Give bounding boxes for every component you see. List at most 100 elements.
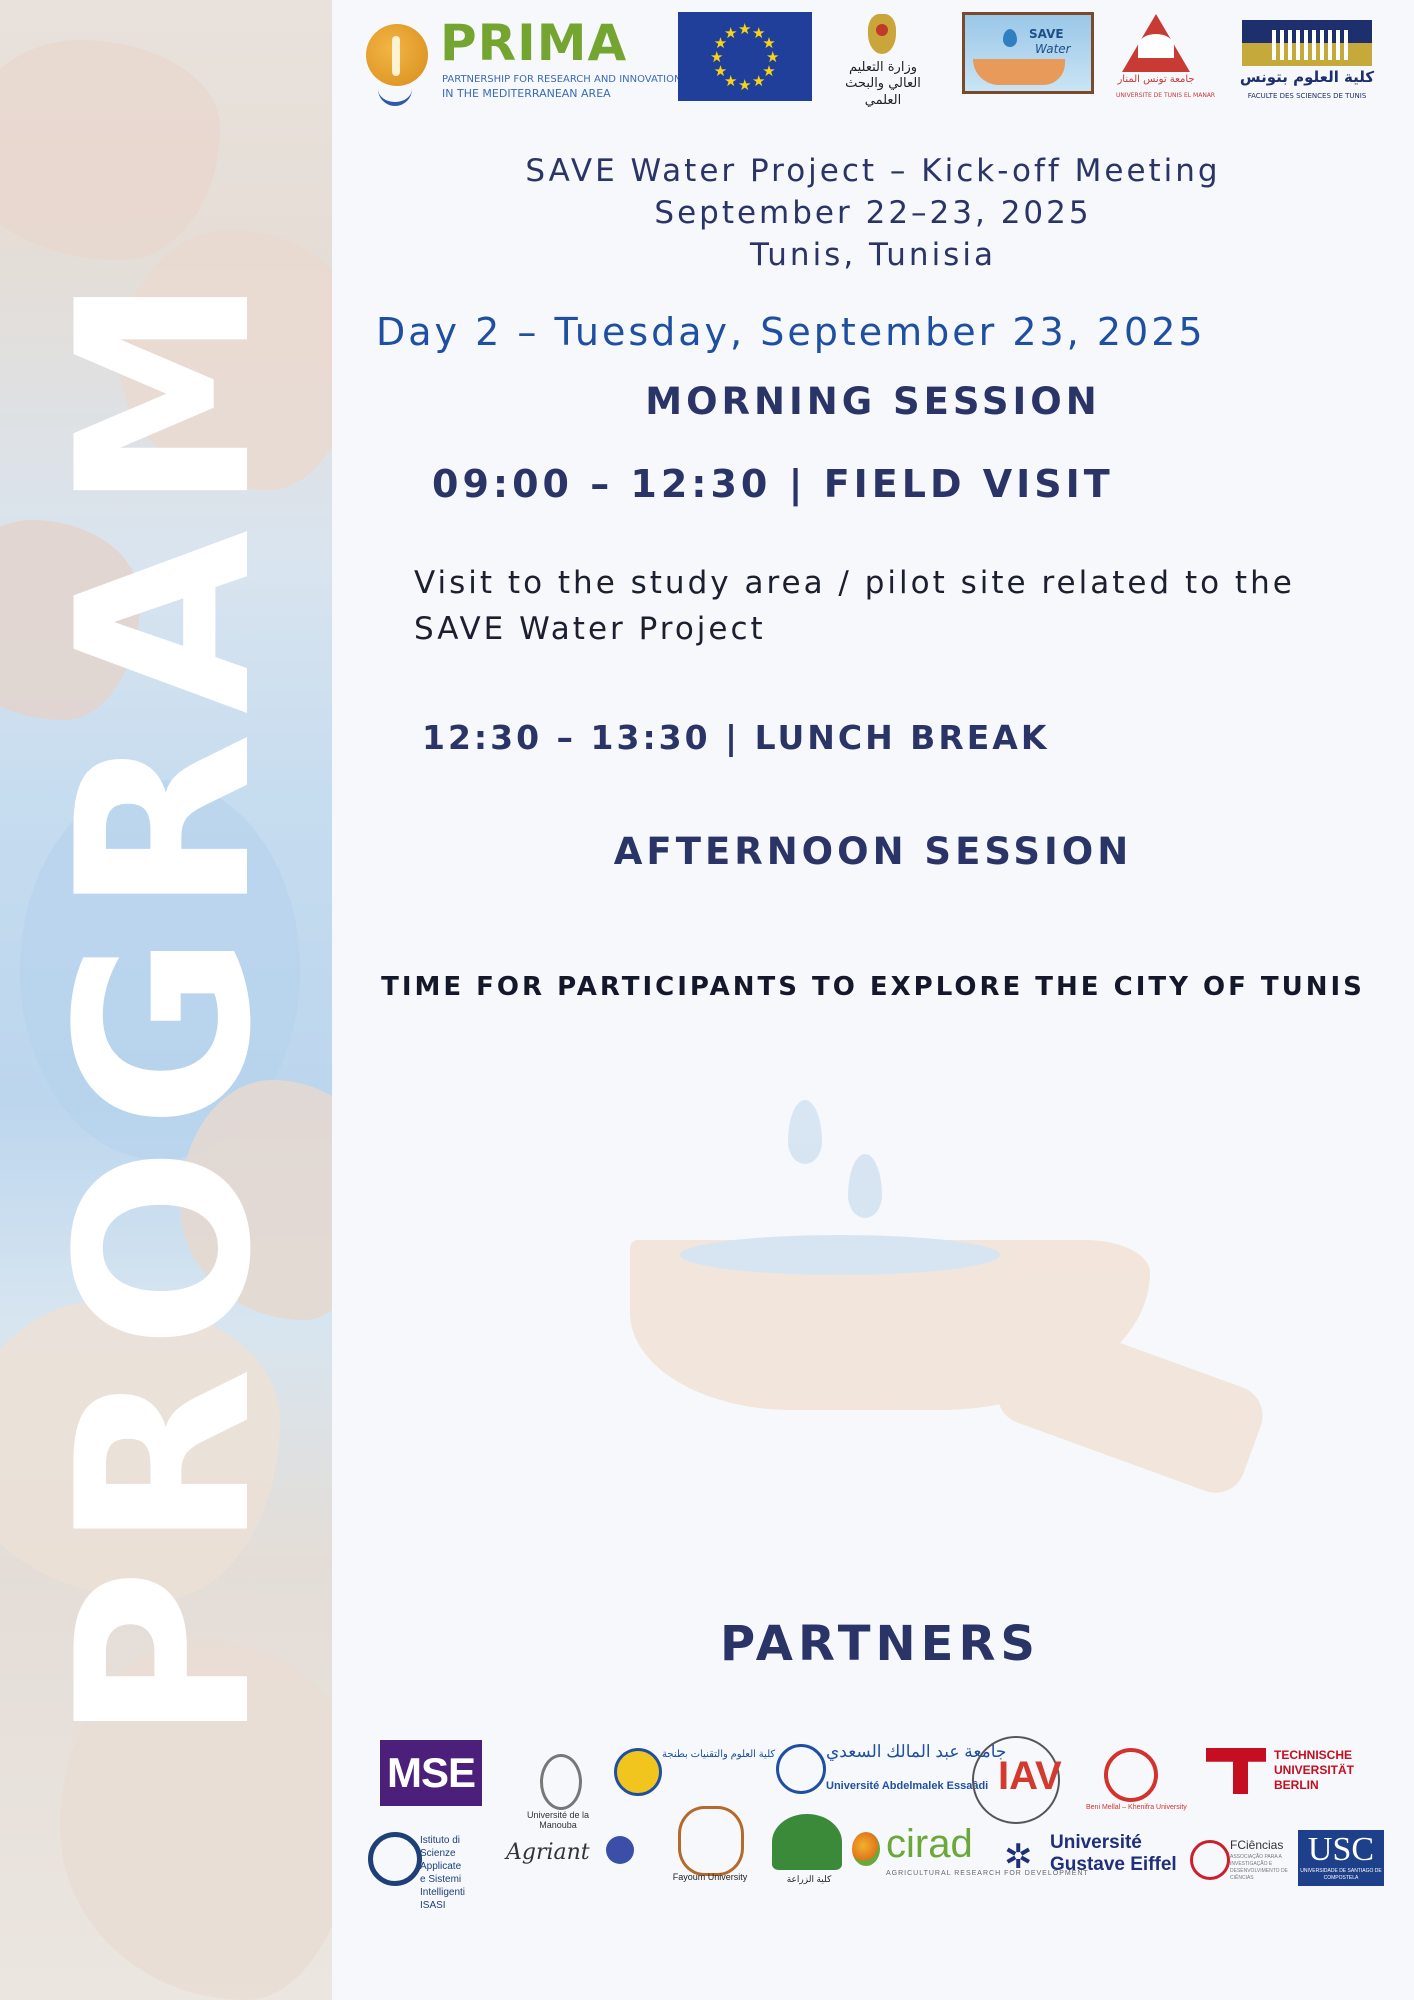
fst-arabic-name: كلية العلوم بتونس [1239,68,1375,86]
eu-star-icon: ★ [738,20,752,38]
utm-french-name: UNIVERSITE DE TUNIS EL MANAR [1116,92,1216,99]
hand-water-watermark [620,1090,1271,1510]
eu-star-icon: ★ [738,76,752,94]
save-water-line2: Water [1035,42,1071,56]
agriant-logo: Agriant [506,1836,640,1884]
partners-title: PARTNERS [720,1616,1040,1672]
isasi-line: ISASI [420,1900,446,1911]
fst-building-badge [1242,20,1372,66]
agriant-name: Agriant [506,1840,590,1865]
fciencias-name: FCiências [1230,1838,1284,1852]
program-vertical-title: PROGRAM [27,257,304,1743]
event-title: SAVE Water Project – Kick-off Meeting [525,153,1221,189]
uae-seal-icon [776,1744,826,1794]
field-visit-description: Visit to the study area / pilot site rel… [414,565,1295,647]
flower-icon [606,1836,634,1864]
arm-shape [989,1308,1271,1502]
field-visit-slot: 09:00 – 12:30 | FIELD VISIT [432,462,1114,506]
gustave-eiffel-logo: ✲ Université Gustave Eiffel [1004,1832,1186,1884]
isasi-logo: Istituto di Scienze Applicate e Sistemi … [368,1832,498,1911]
isasi-ring-icon [368,1832,422,1886]
drop-icon [788,1100,822,1164]
prima-name: PRIMA [440,14,628,72]
prima-tagline-2: IN THE MEDITERRANEAN AREA [442,87,611,100]
gustave-eiffel-mark-icon: ✲ [1004,1838,1033,1876]
uae-logo: جامعة عبد المالك السعدي Université Abdel… [774,1740,1006,1804]
save-water-line1: SAVE [1029,27,1064,41]
prima-tagline-1: PARTNERSHIP FOR RESEARCH AND INNOVATION [442,74,682,85]
beni-mellal-mark-icon [1104,1748,1158,1802]
eu-flag-logo: ★ ★ ★ ★ ★ ★ ★ ★ ★ ★ ★ ★ [678,12,812,101]
prima-sun-icon [366,24,428,86]
fayoum-seal-icon [678,1806,744,1876]
utm-arabic-name: جامعة تونس المنار [1117,74,1195,85]
wheat-icon [772,1814,842,1870]
fciencias-mark-icon [1190,1840,1230,1880]
afternoon-session-title: AFTERNOON SESSION [613,830,1133,873]
gustave-eiffel-line: Université [1050,1832,1142,1853]
iav-logo: IAV [972,1736,1062,1826]
lunch-break-slot: 12:30 – 13:30 | LUNCH BREAK [422,718,1050,757]
fstt-logo: كلية العلوم والتقنيات بطنجة [612,1744,775,1804]
event-header: SAVE Water Project – Kick-off Meeting Se… [332,150,1414,276]
fayoum-logo: Fayoum University [668,1806,752,1898]
utm-logo: جامعة تونس المنار UNIVERSITE DE TUNIS EL… [1116,14,1216,108]
beni-mellal-logo: Beni Mellal – Khenifra University [1086,1742,1187,1820]
usc-subtitle: UNIVERSIDADE DE SANTIAGO DE COMPOSTELA [1300,1868,1382,1881]
map-side-banner: PROGRAM [0,0,332,2000]
fciencias-subtitle: ASSOCIAÇÃO PARA A INVESTIGAÇÃO E DESENVO… [1230,1854,1288,1881]
eu-star-icon: ★ [752,72,766,91]
ministry-arabic-name: وزارة التعليم العالي والبحث العلمي [845,60,921,108]
day-heading: Day 2 – Tuesday, September 23, 2025 [376,310,1206,354]
tu-berlin-line: BERLIN [1274,1778,1319,1792]
hand-icon [973,59,1065,85]
utm-mark-icon [1122,14,1190,72]
prima-wave-icon [378,84,412,106]
iav-mark: IAV [998,1754,1062,1798]
mse-logo: MSE [380,1740,482,1806]
fayoum-name: Fayoum University [672,1872,748,1882]
usc-name: USC [1307,1831,1375,1868]
manouba-logo: Université de la Manouba [522,1740,594,1832]
save-water-logo: SAVE Water [962,12,1094,94]
prima-logo: PRIMA PARTNERSHIP FOR RESEARCH AND INNOV… [362,14,681,106]
tu-berlin-logo: TECHNISCHE UNIVERSITÄT BERLIN [1206,1746,1366,1802]
drop-icon [848,1154,882,1218]
tu-berlin-line: TECHNISCHE [1274,1748,1353,1762]
manouba-mark-icon [540,1754,582,1810]
header-logos: PRIMA PARTNERSHIP FOR RESEARCH AND INNOV… [362,12,1382,117]
manouba-name: Université de la Manouba [526,1810,590,1830]
event-dates: September 22–23, 2025 [654,195,1092,231]
isasi-name: Istituto di Scienze Applicate e Sistemi … [420,1834,498,1912]
isasi-line: e Sistemi Intelligenti [420,1874,466,1898]
tu-berlin-line: UNIVERSITÄT [1274,1763,1355,1777]
isasi-line: Istituto di [420,1835,461,1846]
agriculture-faculty-logo: كلية الزراعة [768,1810,850,1892]
fciencias-logo: FCiências ASSOCIAÇÃO PARA A INVESTIGAÇÃO… [1190,1836,1300,1881]
water-drop-icon [1003,29,1017,47]
building-icon [1272,30,1352,60]
event-location: Tunis, Tunisia [750,237,996,273]
fst-french-name: FACULTE DES SCIENCES DE TUNIS [1247,92,1367,100]
gustave-eiffel-line: Gustave Eiffel [1050,1854,1177,1875]
ministry-logo: وزارة التعليم العالي والبحث العلمي [840,12,926,112]
cirad-mark-icon [852,1832,880,1866]
cirad-name: cirad [886,1822,973,1866]
morning-session-title: MORNING SESSION [645,380,1101,423]
usc-logo: USC UNIVERSIDADE DE SANTIAGO DE COMPOSTE… [1298,1830,1384,1886]
gustave-eiffel-name: Université Gustave Eiffel [1050,1832,1177,1876]
tunisia-emblem-icon [868,14,896,54]
tu-berlin-name: TECHNISCHE UNIVERSITÄT BERLIN [1274,1748,1354,1793]
agriculture-faculty-name: كلية الزراعة [786,1874,832,1884]
tu-berlin-mark-icon [1206,1748,1266,1794]
beni-mellal-name: Beni Mellal – Khenifra University [1086,1804,1187,1811]
eu-stars-icon: ★ ★ ★ ★ ★ ★ ★ ★ ★ ★ ★ ★ [678,12,812,101]
afternoon-activity: TIME FOR PARTICIPANTS TO EXPLORE THE CIT… [381,972,1365,1002]
water-pool-shape [680,1235,1000,1275]
fst-logo: كلية العلوم بتونس FACULTE DES SCIENCES D… [1238,20,1376,104]
isasi-line: Scienze Applicate [420,1848,462,1872]
eu-star-icon: ★ [724,23,738,42]
fstt-name: كلية العلوم والتقنيات بطنجة [662,1749,776,1760]
uae-french-name: Université Abdelmalek Essaâdi [826,1780,989,1792]
fstt-seal-icon [614,1748,662,1796]
